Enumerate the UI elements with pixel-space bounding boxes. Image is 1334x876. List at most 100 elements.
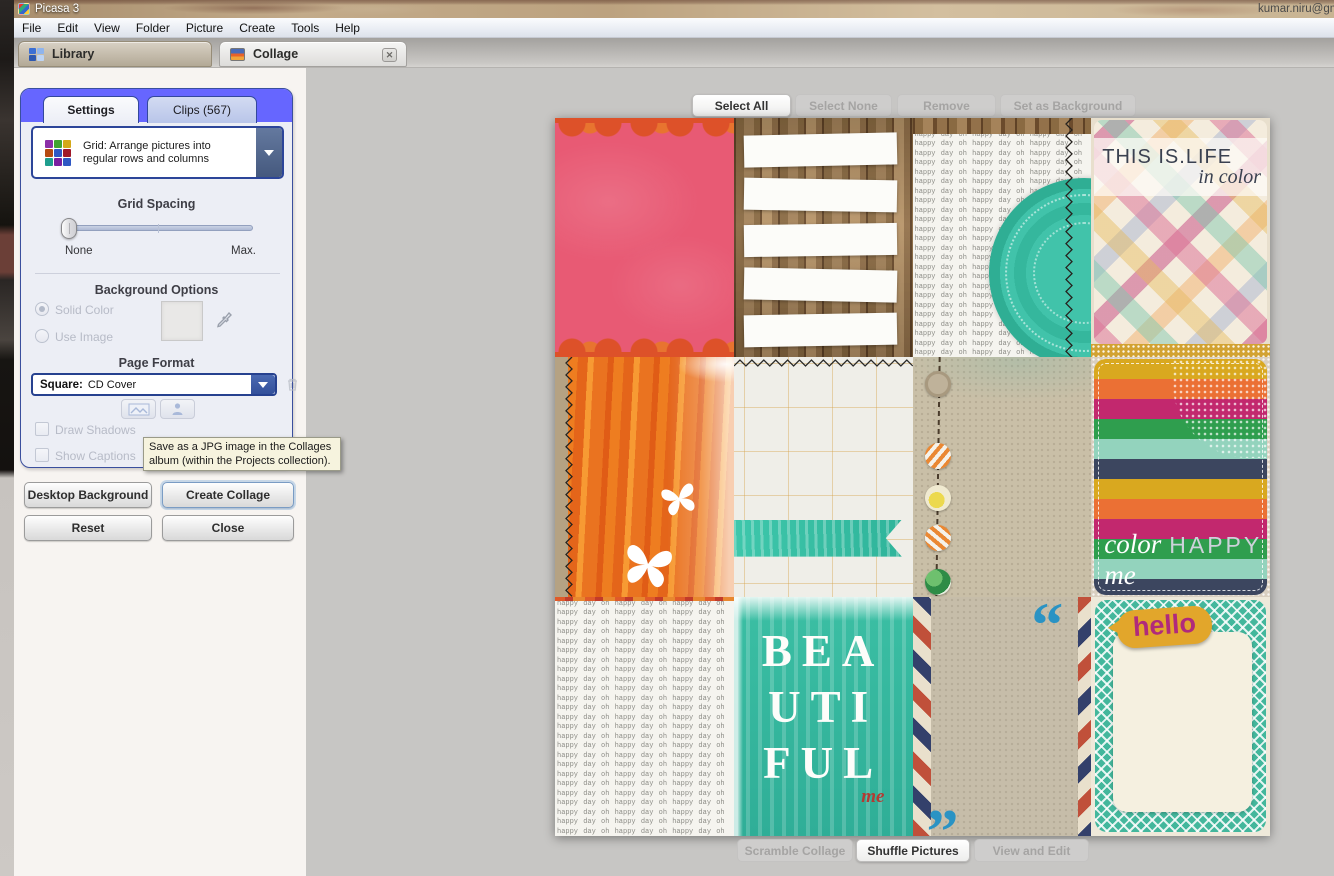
collage-tile-beautiful[interactable]: BEA UTI FUL me bbox=[734, 597, 913, 836]
collage-tile-wood-strips[interactable] bbox=[734, 118, 913, 357]
zigzag-stitch-icon bbox=[1063, 118, 1075, 357]
grid-spacing-slider[interactable] bbox=[63, 225, 253, 231]
menu-view[interactable]: View bbox=[86, 19, 128, 37]
document-tab-bar: Library Collage ✕ bbox=[14, 38, 1334, 68]
use-image-label: Use Image bbox=[55, 330, 113, 344]
create-collage-button[interactable]: Create Collage bbox=[162, 482, 294, 508]
menu-help[interactable]: Help bbox=[327, 19, 368, 37]
collage-tile-this-is-life[interactable]: THIS IS.LIFE in color bbox=[1091, 118, 1270, 357]
teal-banner-ribbon bbox=[734, 520, 902, 557]
tab-library-label: Library bbox=[52, 47, 94, 61]
white-strip bbox=[743, 267, 896, 302]
collage-tile-color-me-happy[interactable]: color me HAPPY bbox=[1091, 357, 1270, 596]
create-collage-tooltip: Save as a JPG image in the Collages albu… bbox=[143, 437, 341, 471]
collage-tile-happy-doily[interactable]: happy day oh happy day oh happy day oh h… bbox=[913, 118, 1092, 357]
tab-close-icon[interactable]: ✕ bbox=[382, 48, 397, 62]
tab-settings-label: Settings bbox=[67, 103, 114, 117]
portrait-orientation-button bbox=[160, 399, 195, 419]
slider-center-tick bbox=[158, 224, 159, 233]
collage-tile-orange-butterflies[interactable] bbox=[555, 357, 734, 596]
landscape-orientation-button bbox=[121, 399, 156, 419]
zigzag-stitch-icon bbox=[563, 357, 575, 596]
white-strip bbox=[743, 178, 896, 213]
show-captions-checkbox bbox=[35, 448, 49, 462]
tab-collage[interactable]: Collage ✕ bbox=[219, 41, 407, 67]
collage-tile-hello[interactable]: hello bbox=[1091, 597, 1270, 836]
collage-type-dropdown[interactable]: Grid: Arrange pictures into regular rows… bbox=[31, 126, 284, 179]
collage-tile-airmail-quotes[interactable]: “ ” bbox=[913, 597, 1092, 836]
hello-speech-bubble: hello bbox=[1116, 604, 1213, 649]
grid-spacing-label: Grid Spacing bbox=[21, 197, 292, 211]
collage-preview: happy day oh happy day oh happy day oh h… bbox=[555, 118, 1270, 836]
picasa-app-icon bbox=[18, 3, 30, 15]
menu-folder[interactable]: Folder bbox=[128, 19, 178, 37]
window-title: Picasa 3 bbox=[35, 3, 79, 15]
delete-format-icon bbox=[284, 376, 301, 393]
eyedropper-icon bbox=[215, 311, 233, 329]
collage-settings-panel: Settings Clips (567) Grid: Arrange pictu… bbox=[20, 88, 293, 468]
picasa-window: Picasa 3 File Edit View Folder Picture C… bbox=[0, 0, 1334, 876]
beautiful-text: BEA UTI FUL bbox=[734, 623, 913, 791]
glitter-branch bbox=[1172, 359, 1267, 458]
leaf-badge bbox=[925, 569, 951, 595]
color-me-script: color me bbox=[1104, 529, 1161, 591]
menu-edit[interactable]: Edit bbox=[49, 19, 86, 37]
white-strip bbox=[743, 132, 896, 167]
herringbone-card: hello bbox=[1095, 600, 1266, 832]
title-band: THIS IS.LIFE in color bbox=[1094, 138, 1267, 196]
menu-file[interactable]: File bbox=[14, 19, 49, 37]
desktop-background-button[interactable]: Desktop Background bbox=[24, 482, 152, 508]
tab-clips[interactable]: Clips (567) bbox=[147, 96, 257, 123]
hello-text: hello bbox=[1132, 607, 1197, 641]
use-image-radio bbox=[35, 329, 49, 343]
collage-tile-happy-paper[interactable]: happy day oh happy day oh happy day oh h… bbox=[555, 597, 734, 836]
menu-bar: File Edit View Folder Picture Create Too… bbox=[14, 18, 1334, 38]
chevron-badge bbox=[925, 443, 951, 469]
kraft-button-badge bbox=[925, 371, 951, 397]
scallop-edge bbox=[555, 331, 734, 357]
set-as-background-button: Set as Background bbox=[1000, 94, 1136, 117]
tab-library[interactable]: Library bbox=[18, 41, 212, 67]
remove-button: Remove bbox=[897, 94, 996, 117]
solid-color-radio bbox=[35, 302, 49, 316]
collage-photo-icon bbox=[230, 48, 245, 61]
tab-settings[interactable]: Settings bbox=[43, 96, 139, 123]
tab-clips-label: Clips (567) bbox=[173, 103, 231, 117]
title-bar: Picasa 3 bbox=[14, 0, 1334, 18]
background-options-label: Background Options bbox=[21, 283, 292, 297]
collage-tile-kraft-badges[interactable] bbox=[913, 357, 1092, 596]
collage-tile-graph-banner[interactable] bbox=[734, 357, 913, 596]
white-strip bbox=[743, 313, 896, 348]
draw-shadows-checkbox bbox=[35, 422, 49, 436]
happy-day-text: happy day oh happy day oh happy day oh h… bbox=[555, 597, 734, 836]
close-quote-mark: ” bbox=[927, 812, 959, 836]
select-none-button: Select None bbox=[795, 94, 892, 117]
select-all-button[interactable]: Select All bbox=[692, 94, 791, 117]
view-and-edit-button: View and Edit bbox=[974, 839, 1089, 862]
page-format-value: CD Cover bbox=[88, 379, 136, 391]
cream-note-area bbox=[1113, 632, 1252, 812]
zigzag-stitch-icon bbox=[734, 358, 913, 368]
slider-thumb[interactable] bbox=[61, 218, 77, 239]
menu-picture[interactable]: Picture bbox=[178, 19, 231, 37]
in-color-text: in color bbox=[1198, 166, 1261, 189]
section-divider bbox=[35, 273, 280, 274]
dropdown-arrow-icon bbox=[256, 128, 282, 177]
airmail-stripe-edge bbox=[1078, 597, 1091, 836]
slider-max-label: Max. bbox=[231, 245, 256, 257]
page-format-dropdown[interactable]: Square: CD Cover bbox=[31, 373, 277, 396]
collage-tile-pink-scallop[interactable] bbox=[555, 118, 734, 357]
reset-button[interactable]: Reset bbox=[24, 515, 152, 541]
close-button[interactable]: Close bbox=[162, 515, 294, 541]
scramble-collage-button: Scramble Collage bbox=[737, 839, 853, 862]
menu-create[interactable]: Create bbox=[231, 19, 283, 37]
shuffle-pictures-button[interactable]: Shuffle Pictures bbox=[856, 839, 970, 862]
slider-min-label: None bbox=[65, 245, 93, 257]
me-script-text: me bbox=[861, 786, 884, 808]
white-strip bbox=[744, 223, 897, 257]
collage-type-text: Grid: Arrange pictures into regular rows… bbox=[83, 140, 243, 166]
orange-edge-strip bbox=[555, 597, 734, 601]
dropdown-arrow-icon bbox=[251, 375, 275, 394]
menu-tools[interactable]: Tools bbox=[283, 19, 327, 37]
tab-collage-label: Collage bbox=[253, 47, 298, 61]
